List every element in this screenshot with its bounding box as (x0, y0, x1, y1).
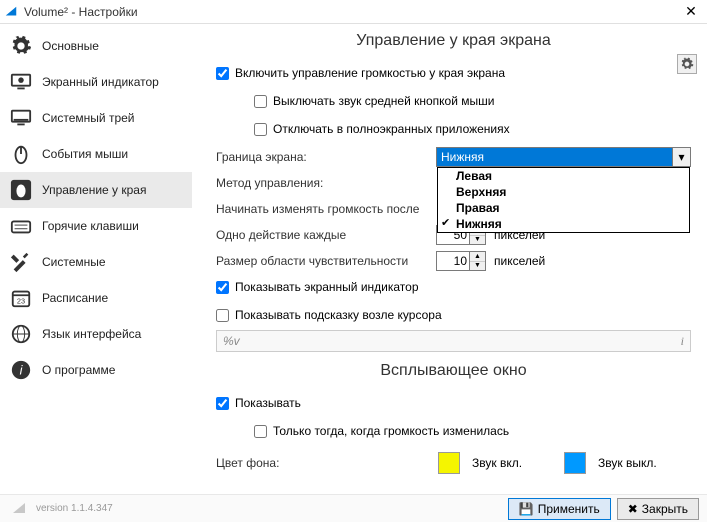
sidebar-item-mouse[interactable]: События мыши (0, 136, 192, 172)
sidebar-item-label: Системные (42, 255, 106, 269)
info-icon: i (10, 359, 32, 381)
area-spinner[interactable]: ▲▼ (436, 251, 486, 271)
area-label: Размер области чувствительности (216, 254, 436, 268)
section-popup-title: Всплывающее окно (216, 362, 691, 380)
hint-format-box[interactable]: %v i (216, 330, 691, 352)
sidebar-item-label: Расписание (42, 291, 108, 305)
border-dropdown: Левая Верхняя Правая Нижняя (437, 167, 690, 233)
window-title: Volume² - Настройки (24, 5, 679, 19)
save-icon: 💾 (519, 502, 534, 516)
tools-icon (10, 251, 32, 273)
sidebar-item-label: Системный трей (42, 111, 135, 125)
delay-label: Начинать изменять громкость после (216, 202, 419, 216)
area-unit: пикселей (494, 254, 545, 268)
mouse-edge-icon (10, 179, 32, 201)
svg-text:23: 23 (17, 297, 25, 306)
info-icon[interactable]: i (681, 334, 684, 349)
sidebar-item-label: Горячие клавиши (42, 219, 139, 233)
sidebar-item-osd[interactable]: Экранный индикатор (0, 64, 192, 100)
sidebar-item-general[interactable]: Основные (0, 28, 192, 64)
app-icon (8, 501, 30, 517)
mute-middle-checkbox[interactable]: Выключать звук средней кнопкой мыши (254, 94, 494, 108)
edge-settings-button[interactable] (677, 54, 697, 74)
show-osd-checkbox[interactable]: Показывать экранный индикатор (216, 280, 419, 294)
sidebar-item-system[interactable]: Системные (0, 244, 192, 280)
globe-icon (10, 323, 32, 345)
sidebar-item-hotkeys[interactable]: Горячие клавиши (0, 208, 192, 244)
border-combo-value: Нижняя (437, 148, 672, 166)
gear-icon (10, 35, 32, 57)
sidebar-item-label: Язык интерфейса (42, 327, 141, 341)
sidebar-item-label: Экранный индикатор (42, 75, 159, 89)
enable-edge-checkbox[interactable]: Включить управление громкостью у края эк… (216, 66, 505, 80)
keyboard-icon (10, 215, 32, 237)
method-label: Метод управления: (216, 176, 436, 190)
border-label: Граница экрана: (216, 150, 436, 164)
mouse-icon (10, 143, 32, 165)
close-icon: ✖ (628, 502, 638, 516)
sidebar-item-language[interactable]: Язык интерфейса (0, 316, 192, 352)
spin-down-icon[interactable]: ▼ (470, 236, 485, 245)
close-button[interactable]: ✕ (679, 0, 703, 24)
sidebar-item-about[interactable]: i О программе (0, 352, 192, 388)
sidebar: Основные Экранный индикатор Системный тр… (0, 24, 192, 494)
show-popup-checkbox[interactable]: Показывать (216, 396, 301, 410)
bgcolor-label: Цвет фона: (216, 456, 316, 470)
border-option-right[interactable]: Правая (438, 200, 689, 216)
sound-off-color[interactable] (564, 452, 586, 474)
version-label: version 1.1.4.347 (36, 503, 113, 514)
sidebar-item-edge[interactable]: Управление у края (0, 172, 192, 208)
sound-on-label: Звук вкл. (472, 456, 552, 470)
close-button[interactable]: ✖ Закрыть (617, 498, 699, 520)
sidebar-item-label: Основные (42, 39, 99, 53)
sound-on-color[interactable] (438, 452, 460, 474)
apply-button[interactable]: 💾 Применить (508, 498, 611, 520)
section-edge-title: Управление у края экрана (216, 32, 691, 50)
spin-down-icon[interactable]: ▼ (470, 262, 485, 271)
chevron-down-icon[interactable]: ▾ (672, 148, 690, 166)
border-option-bottom[interactable]: Нижняя (438, 216, 689, 232)
footer: version 1.1.4.347 💾 Применить ✖ Закрыть (0, 494, 707, 522)
border-combo[interactable]: Нижняя ▾ Левая Верхняя Правая Нижняя (436, 147, 691, 167)
border-option-top[interactable]: Верхняя (438, 184, 689, 200)
sound-off-label: Звук выкл. (598, 456, 657, 470)
disable-fullscreen-checkbox[interactable]: Отключать в полноэкранных приложениях (254, 122, 510, 136)
border-option-left[interactable]: Левая (438, 168, 689, 184)
monitor-icon (10, 71, 32, 93)
sidebar-item-label: Управление у края (42, 183, 146, 197)
content: Управление у края экрана Включить управл… (192, 24, 707, 494)
titlebar: Volume² - Настройки ✕ (0, 0, 707, 24)
spin-up-icon[interactable]: ▲ (470, 252, 485, 262)
calendar-icon: 23 (10, 287, 32, 309)
only-changed-checkbox[interactable]: Только тогда, когда громкость изменилась (254, 424, 509, 438)
step-label: Одно действие каждые (216, 228, 436, 242)
hint-format-text: %v (223, 334, 240, 348)
tray-icon (10, 107, 32, 129)
sidebar-item-label: События мыши (42, 147, 128, 161)
show-hint-checkbox[interactable]: Показывать подсказку возле курсора (216, 308, 442, 322)
sidebar-item-tray[interactable]: Системный трей (0, 100, 192, 136)
sidebar-item-label: О программе (42, 363, 115, 377)
sidebar-item-schedule[interactable]: 23 Расписание (0, 280, 192, 316)
area-input[interactable] (437, 252, 469, 270)
app-icon (4, 5, 18, 19)
